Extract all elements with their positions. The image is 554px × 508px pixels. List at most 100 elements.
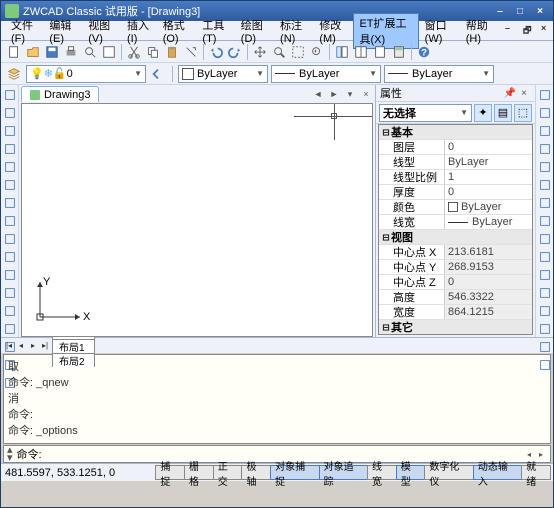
calc-icon[interactable] [390, 43, 408, 61]
mdi-close[interactable]: × [535, 21, 549, 41]
prop-category[interactable]: ⊟视图 [379, 230, 532, 245]
status-toggle[interactable]: 对象追踪 [319, 465, 368, 480]
prop-category[interactable]: ⊟基本 [379, 125, 532, 140]
pline-icon[interactable] [2, 123, 18, 139]
mirror-icon[interactable] [536, 123, 554, 139]
prop-row[interactable]: 线宽ByLayer [379, 215, 532, 230]
region-icon[interactable] [2, 321, 18, 337]
prop-row[interactable]: 高度546.3322 [379, 290, 532, 305]
spline-icon[interactable] [2, 213, 18, 229]
layer-manager-icon[interactable] [5, 65, 23, 83]
status-toggle[interactable]: 捕捉 [155, 465, 185, 480]
linetype-combo[interactable]: ByLayer ▼ [271, 65, 381, 83]
document-tab[interactable]: Drawing3 [21, 86, 99, 102]
pan-icon[interactable] [251, 43, 269, 61]
chamfer-icon[interactable] [536, 321, 554, 337]
maximize-button[interactable]: □ [511, 4, 529, 18]
block-icon[interactable] [2, 285, 18, 301]
mdi-minimize[interactable]: – [499, 21, 513, 41]
mtab-prev-icon[interactable]: ◂ [15, 341, 27, 350]
copy-icon[interactable] [536, 105, 554, 121]
line-icon[interactable] [2, 87, 18, 103]
explode-icon[interactable] [536, 357, 554, 373]
tab-prev-icon[interactable]: ◄ [311, 89, 325, 99]
rect-icon[interactable] [2, 159, 18, 175]
earc-icon[interactable] [2, 249, 18, 265]
ellipse-icon[interactable] [2, 231, 18, 247]
redo-icon[interactable] [226, 43, 244, 61]
layer-combo[interactable]: 💡❄🔓 0 ▼ [26, 65, 146, 83]
offset-icon[interactable] [536, 141, 554, 157]
status-toggle[interactable]: 就绪 [521, 465, 551, 480]
print-icon[interactable] [62, 43, 80, 61]
drawing-canvas[interactable]: X Y [21, 103, 373, 337]
paste-icon[interactable] [163, 43, 181, 61]
save-icon[interactable] [43, 43, 61, 61]
zoom-realtime-icon[interactable] [270, 43, 288, 61]
tab-next-icon[interactable]: ► [327, 89, 341, 99]
copy-icon[interactable] [144, 43, 162, 61]
rotate-icon[interactable] [536, 195, 554, 211]
select-objects-icon[interactable]: ⬚ [514, 104, 532, 122]
stretch-icon[interactable] [536, 231, 554, 247]
toggle-pai-icon[interactable]: ✦ [474, 104, 492, 122]
status-toggle[interactable]: 正交 [213, 465, 243, 480]
help-icon[interactable]: ? [415, 43, 433, 61]
status-toggle[interactable]: 模型 [396, 465, 426, 480]
layout-tab[interactable]: 布局2 [52, 353, 95, 367]
break-icon[interactable] [536, 285, 554, 301]
prop-row[interactable]: 中心点 Z0 [379, 275, 532, 290]
cut-icon[interactable] [125, 43, 143, 61]
hatch-icon[interactable] [2, 303, 18, 319]
mtab-next-icon[interactable]: ▸ [27, 341, 39, 350]
poly-icon[interactable] [2, 141, 18, 157]
array-icon[interactable] [536, 159, 554, 175]
erase-icon[interactable] [536, 87, 554, 103]
status-toggle[interactable]: 对象捕捉 [270, 465, 319, 480]
selection-combo[interactable]: 无选择 ▼ [379, 104, 472, 122]
circle-icon[interactable] [2, 195, 18, 211]
properties-grid[interactable]: ⊟基本图层0线型ByLayer线型比例1厚度0颜色ByLayer线宽ByLaye… [378, 124, 533, 335]
match-icon[interactable] [182, 43, 200, 61]
prop-category[interactable]: ⊟其它 [379, 320, 532, 335]
mdi-restore[interactable]: 🗗 [517, 21, 531, 41]
tab-close-icon[interactable]: × [359, 89, 373, 99]
tab-menu-icon[interactable]: ▾ [343, 89, 357, 100]
plot-icon[interactable] [100, 43, 118, 61]
design-center-icon[interactable] [352, 43, 370, 61]
tool-palette-icon[interactable] [371, 43, 389, 61]
open-icon[interactable] [24, 43, 42, 61]
layout-tab[interactable]: 布局1 [52, 339, 95, 353]
command-history[interactable]: 取命令: _qnew消命令:命令: _options [3, 354, 551, 444]
color-combo[interactable]: ByLayer ▼ [178, 65, 268, 83]
prop-row[interactable]: 宽度864.1215 [379, 305, 532, 320]
menu-item[interactable]: 帮助(H) [460, 15, 499, 47]
point-icon[interactable] [2, 267, 18, 283]
move-icon[interactable] [536, 177, 554, 193]
new-icon[interactable] [5, 43, 23, 61]
quick-select-icon[interactable]: ▤ [494, 104, 512, 122]
undo-icon[interactable] [207, 43, 225, 61]
zoom-prev-icon[interactable] [308, 43, 326, 61]
mtab-first-icon[interactable]: |◂ [3, 341, 15, 350]
extend-icon[interactable] [536, 267, 554, 283]
close-button[interactable]: × [531, 4, 549, 18]
status-toggle[interactable]: 线宽 [367, 465, 397, 480]
status-toggle[interactable]: 动态输入 [473, 465, 522, 480]
prop-row[interactable]: 颜色ByLayer [379, 200, 532, 215]
preview-icon[interactable] [81, 43, 99, 61]
prop-row[interactable]: 线型比例1 [379, 170, 532, 185]
lineweight-combo[interactable]: ByLayer ▼ [384, 65, 494, 83]
fillet-icon[interactable] [536, 339, 554, 355]
prop-row[interactable]: 中心点 X213.6181 [379, 245, 532, 260]
status-toggle[interactable]: 栅格 [184, 465, 214, 480]
cmd-hist-down-icon[interactable]: ▾ [7, 454, 13, 462]
properties-icon[interactable] [333, 43, 351, 61]
cline-icon[interactable] [2, 105, 18, 121]
join-icon[interactable] [536, 303, 554, 319]
layer-prev-icon[interactable] [149, 65, 167, 83]
panel-pin-icon[interactable]: 📌 [503, 88, 517, 99]
status-toggle[interactable]: 极轴 [241, 465, 271, 480]
zoom-window-icon[interactable] [289, 43, 307, 61]
trim-icon[interactable] [536, 249, 554, 265]
